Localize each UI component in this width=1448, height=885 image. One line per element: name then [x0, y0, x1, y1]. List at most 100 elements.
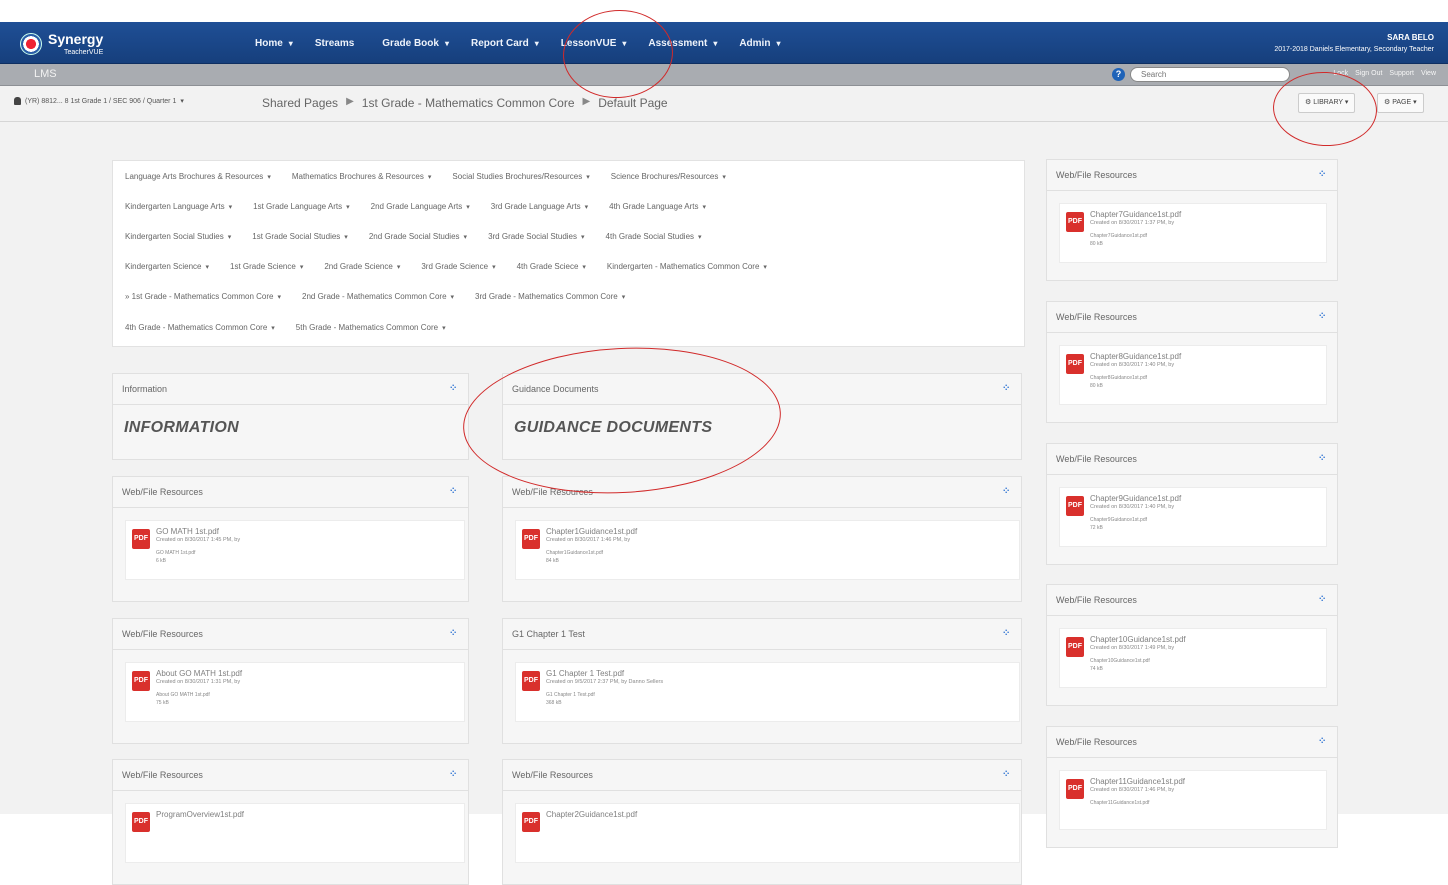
utility-link-view[interactable]: View — [1421, 70, 1436, 77]
expand-icon[interactable]: ⁘ — [449, 487, 459, 497]
expand-icon[interactable]: ⁘ — [1318, 454, 1328, 464]
expand-icon[interactable]: ⁘ — [1318, 737, 1328, 747]
file-item[interactable]: PDF Chapter2Guidance1st.pdf — [515, 803, 1020, 863]
link-menu-item[interactable]: Kindergarten - Mathematics Common Core ▾ — [607, 262, 767, 271]
nav-item-report-card[interactable]: Report Card ▾ — [471, 38, 539, 49]
file-created-info: Created on 8/30/2017 1:40 PM, by — [1090, 504, 1175, 510]
class-context-selector[interactable]: (YR) 8812... 8 1st Grade 1 / SEC 906 / Q… — [14, 97, 184, 105]
file-item[interactable]: PDF GO MATH 1st.pdf Created on 8/30/2017 1… — [125, 520, 465, 580]
chevron-down-icon: ▾ — [442, 325, 446, 332]
expand-icon[interactable]: ⁘ — [449, 629, 459, 639]
information-panel: Information ⁘ INFORMATION — [112, 373, 469, 460]
breadcrumb-item[interactable]: Default Page — [598, 96, 667, 110]
breadcrumb: Shared Pages ▶ 1st Grade - Mathematics Com… — [262, 96, 668, 110]
link-menu-item-label: Kindergarten - Mathematics Common Core — [606, 262, 760, 271]
link-menu-item[interactable]: 4th Grade Language Arts ▾ — [609, 202, 706, 211]
utility-link-support[interactable]: Support — [1389, 70, 1414, 77]
file-name-link[interactable]: ProgramOverview1st.pdf — [156, 810, 244, 819]
link-menu-item[interactable]: Kindergarten Language Arts ▾ — [125, 202, 232, 211]
link-menu-item[interactable]: 5th Grade - Mathematics Common Core ▾ — [296, 323, 446, 332]
link-menu-item[interactable]: Science Brochures/Resources ▾ — [611, 172, 726, 181]
file-item[interactable]: PDF Chapter1Guidance1st.pdf Created on 8/3… — [515, 520, 1020, 580]
file-name-link[interactable]: Chapter7Guidance1st.pdf — [1090, 210, 1181, 219]
panel-header: Information — [122, 384, 168, 394]
file-item[interactable]: PDF Chapter11Guidance1st.pdf Created on 8/… — [1059, 770, 1327, 830]
link-menu-item[interactable]: 2nd Grade - Mathematics Common Core ▾ — [302, 292, 454, 301]
breadcrumb-item[interactable]: Shared Pages — [262, 96, 338, 110]
expand-icon[interactable]: ⁘ — [1002, 487, 1012, 497]
link-menu-item-label: 5th Grade - Mathematics Common Core — [295, 323, 439, 332]
file-item[interactable]: PDF Chapter10Guidance1st.pdf Created on 8/… — [1059, 628, 1327, 688]
link-menu-item[interactable]: 3rd Grade Science ▾ — [421, 262, 495, 271]
file-name-link[interactable]: Chapter9Guidance1st.pdf — [1090, 494, 1181, 503]
link-menu-item[interactable]: Mathematics Brochures & Resources ▾ — [292, 172, 432, 181]
nav-item-streams[interactable]: Streams — [315, 38, 360, 49]
lms-toolbar: LMS ? LockSign OutSupportView — [0, 64, 1448, 86]
file-name-link[interactable]: Chapter1Guidance1st.pdf — [546, 527, 637, 536]
link-menu-item[interactable]: 1st Grade Social Studies ▾ — [252, 232, 348, 241]
chevron-down-icon: ▾ — [299, 264, 304, 271]
link-menu-item[interactable]: Social Studies Brochures/Resources ▾ — [452, 172, 589, 181]
nav-item-home[interactable]: Home ▾ — [255, 38, 293, 49]
synergy-logo-icon — [20, 32, 42, 55]
nav-item-grade-book[interactable]: Grade Book ▾ — [382, 38, 449, 49]
link-menu-item[interactable]: 2nd Grade Science ▾ — [324, 262, 400, 271]
file-name-link[interactable]: Chapter10Guidance1st.pdf — [1090, 635, 1186, 644]
help-icon[interactable]: ? — [1112, 68, 1125, 81]
expand-icon[interactable]: ⁘ — [1318, 170, 1328, 180]
link-menu-item[interactable]: 4th Grade Sciece ▾ — [517, 262, 586, 271]
file-item[interactable]: PDF About GO MATH 1st.pdf Created on 8/30/… — [125, 662, 465, 722]
file-created-info: Created on 8/30/2017 1:46 PM, by — [546, 537, 631, 543]
link-menu-item[interactable]: 3rd Grade Social Studies ▾ — [488, 232, 584, 241]
link-menu-item[interactable]: 3rd Grade - Mathematics Common Core ▾ — [475, 292, 625, 301]
utility-link-sign-out[interactable]: Sign Out — [1355, 70, 1382, 77]
link-menu-item[interactable]: 4th Grade Social Studies ▾ — [606, 232, 702, 241]
link-menu-item-label: 1st Grade Science — [230, 262, 296, 271]
file-name-link[interactable]: G1 Chapter 1 Test.pdf — [546, 669, 624, 678]
web-file-resources-panel: G1 Chapter 1 Test ⁘ PDF G1 Chapter 1 Test.p… — [502, 618, 1022, 744]
pdf-file-icon: PDF — [1066, 354, 1084, 374]
link-menu-item[interactable]: 4th Grade - Mathematics Common Core ▾ — [125, 323, 275, 332]
link-menu-item[interactable]: 3rd Grade Language Arts ▾ — [491, 202, 588, 211]
synergy-logo[interactable]: Synergy TeacherVUE — [20, 31, 103, 56]
link-menu-item[interactable]: 1st Grade Science ▾ — [230, 262, 303, 271]
expand-icon[interactable]: ⁘ — [1318, 312, 1328, 322]
file-item[interactable]: PDF Chapter9Guidance1st.pdf Created on 8/3… — [1059, 487, 1327, 547]
expand-icon[interactable]: ⁘ — [1318, 595, 1328, 605]
link-menu-item[interactable]: 2nd Grade Language Arts ▾ — [371, 202, 470, 211]
file-name-link[interactable]: Chapter2Guidance1st.pdf — [546, 810, 637, 819]
link-menu-item[interactable]: 1st Grade Language Arts ▾ — [253, 202, 349, 211]
file-item[interactable]: PDF Chapter7Guidance1st.pdf Created on 8/3… — [1059, 203, 1327, 263]
pdf-file-icon: PDF — [522, 812, 540, 832]
file-item[interactable]: PDF ProgramOverview1st.pdf — [125, 803, 465, 863]
panel-header: Web/File Resources — [1056, 595, 1137, 605]
expand-icon[interactable]: ⁘ — [449, 384, 459, 394]
expand-icon[interactable]: ⁘ — [1002, 629, 1012, 639]
link-menu-item[interactable]: Language Arts Brochures & Resources ▾ — [125, 172, 271, 181]
link-menu-item[interactable]: Kindergarten Social Studies ▾ — [125, 232, 231, 241]
person-icon — [14, 97, 21, 105]
file-size: 84 kB — [546, 558, 559, 564]
link-menu-item[interactable]: » 1st Grade - Mathematics Common Core ▾ — [125, 292, 281, 301]
expand-icon[interactable]: ⁘ — [1002, 770, 1012, 780]
page-button[interactable]: ⚙ PAGE ▾ — [1377, 93, 1424, 113]
file-name-link[interactable]: Chapter8Guidance1st.pdf — [1090, 352, 1181, 361]
breadcrumb-item[interactable]: 1st Grade - Mathematics Common Core — [362, 96, 575, 110]
file-name-link[interactable]: About GO MATH 1st.pdf — [156, 669, 242, 678]
file-item[interactable]: PDF Chapter8Guidance1st.pdf Created on 8/3… — [1059, 345, 1327, 405]
expand-icon[interactable]: ⁘ — [449, 770, 459, 780]
nav-item-admin[interactable]: Admin ▾ — [739, 38, 780, 49]
file-original-name: Chapter10Guidance1st.pdf — [1090, 658, 1150, 664]
file-size: 6 kB — [156, 558, 167, 564]
file-item[interactable]: PDF G1 Chapter 1 Test.pdf Created on 9/5/2… — [515, 662, 1020, 722]
link-menu-item[interactable]: Kindergarten Science ▾ — [125, 262, 209, 271]
user-info[interactable]: SARA BELO 2017-2018 Daniels Elementary, … — [1274, 32, 1434, 55]
search-input[interactable] — [1130, 67, 1290, 82]
file-name-link[interactable]: GO MATH 1st.pdf — [156, 527, 219, 536]
file-name-link[interactable]: Chapter11Guidance1st.pdf — [1090, 777, 1185, 786]
link-menu-item[interactable]: 2nd Grade Social Studies ▾ — [369, 232, 467, 241]
nav-item-label: Home — [255, 37, 283, 49]
file-created-info: Created on 8/30/2017 1:40 PM, by — [1090, 362, 1175, 368]
file-size: 74 kB — [1090, 666, 1103, 672]
expand-icon[interactable]: ⁘ — [1002, 384, 1012, 394]
